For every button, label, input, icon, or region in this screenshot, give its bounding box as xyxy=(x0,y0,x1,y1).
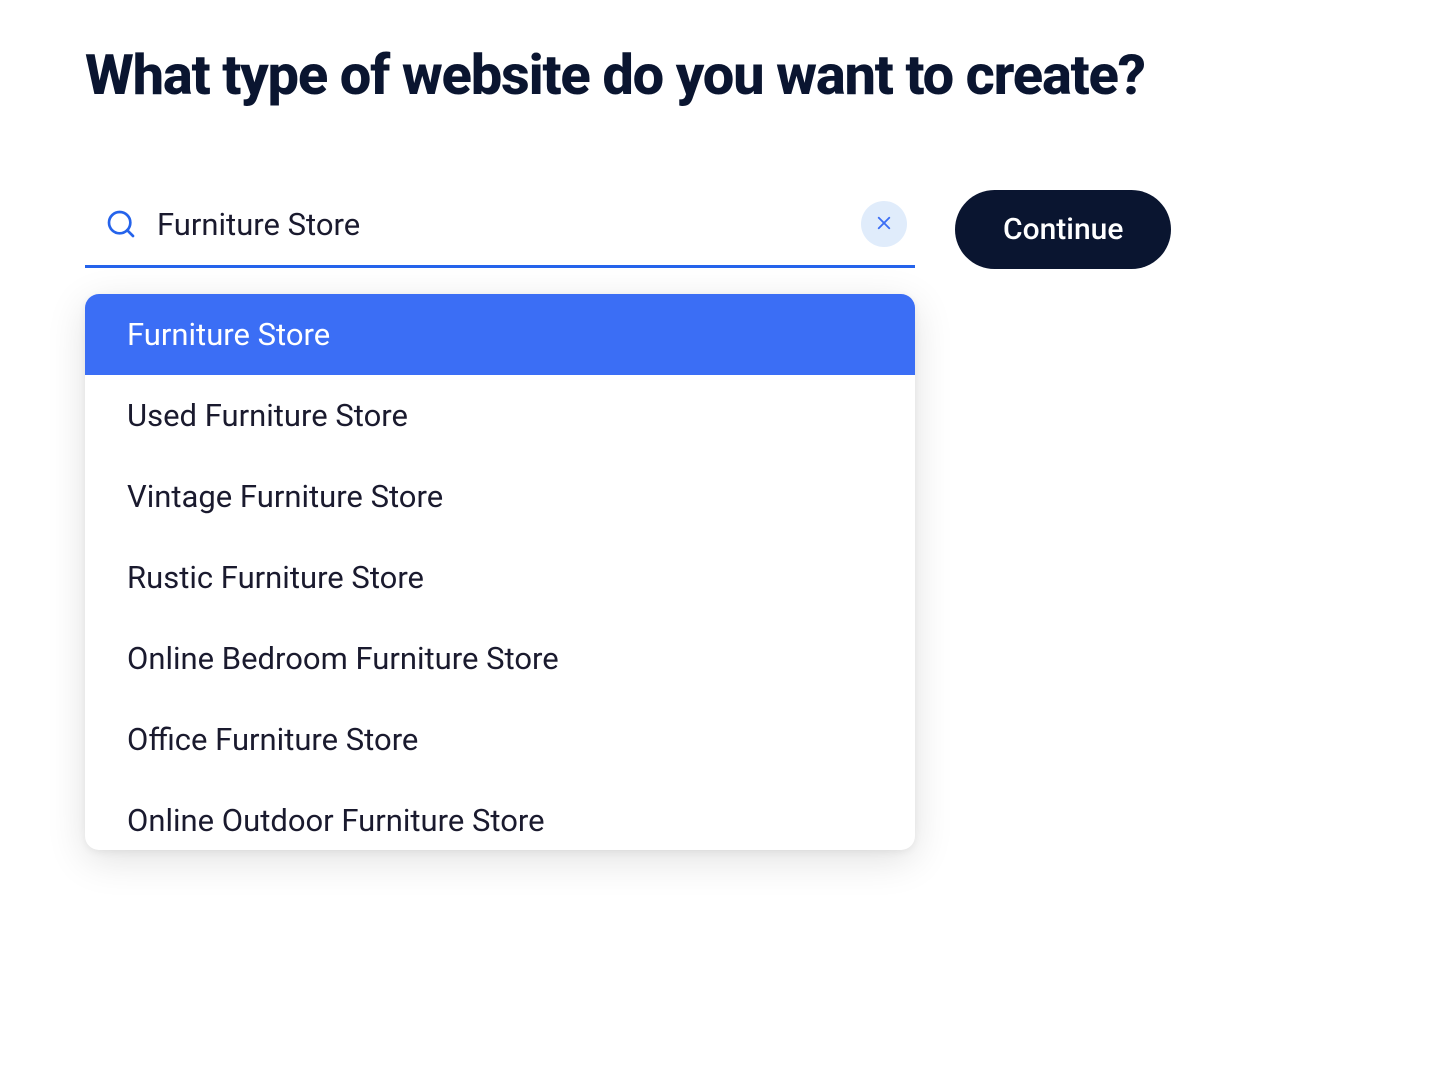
search-field xyxy=(85,191,915,268)
dropdown-panel: Furniture StoreUsed Furniture StoreVinta… xyxy=(85,294,915,850)
page-title: What type of website do you want to crea… xyxy=(85,40,1185,110)
form-row: Furniture StoreUsed Furniture StoreVinta… xyxy=(85,190,1361,269)
clear-input-button[interactable] xyxy=(861,201,907,247)
dropdown-option[interactable]: Online Bedroom Furniture Store xyxy=(85,618,915,699)
search-wrapper: Furniture StoreUsed Furniture StoreVinta… xyxy=(85,191,915,268)
dropdown-option[interactable]: Office Furniture Store xyxy=(85,699,915,780)
dropdown-option[interactable]: Online Outdoor Furniture Store xyxy=(85,780,915,850)
search-icon xyxy=(105,208,137,240)
dropdown-scroll[interactable]: Furniture StoreUsed Furniture StoreVinta… xyxy=(85,294,915,850)
dropdown-option[interactable]: Furniture Store xyxy=(85,294,915,375)
dropdown-option[interactable]: Used Furniture Store xyxy=(85,375,915,456)
close-icon xyxy=(875,214,893,235)
website-type-input[interactable] xyxy=(157,206,841,243)
continue-button[interactable]: Continue xyxy=(955,190,1171,269)
dropdown-option[interactable]: Rustic Furniture Store xyxy=(85,537,915,618)
dropdown-option[interactable]: Vintage Furniture Store xyxy=(85,456,915,537)
